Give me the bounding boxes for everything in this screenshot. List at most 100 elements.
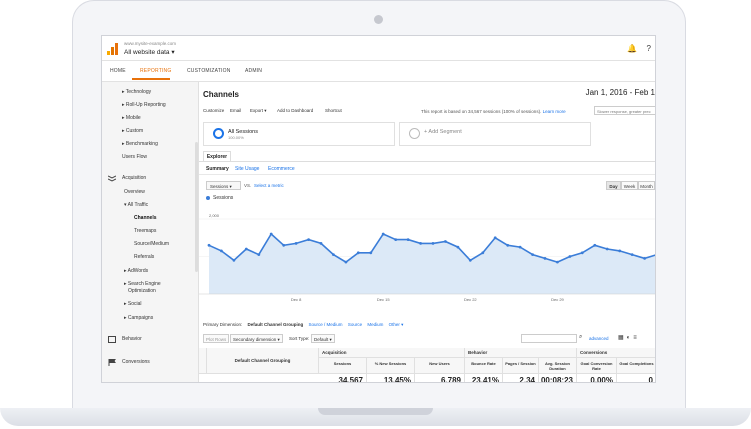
sidebar-item-adwords[interactable]: ▸ AdWords [124, 268, 148, 274]
data-point[interactable] [369, 251, 373, 255]
data-point[interactable] [220, 249, 223, 253]
metric-select[interactable]: Sessions ▾ [206, 181, 241, 190]
data-point[interactable] [431, 242, 435, 245]
export-button[interactable]: Export ▾ [250, 108, 267, 114]
data-point[interactable] [244, 247, 248, 251]
period-month-button[interactable]: Month [638, 181, 655, 190]
data-point[interactable] [506, 243, 510, 247]
dimension-medium[interactable]: Medium [367, 322, 383, 327]
sidebar-item-technology[interactable]: ▸ Technology [122, 89, 151, 95]
sidebar-item-source-medium[interactable]: Source/Medium [134, 241, 169, 247]
subtab-summary[interactable]: Summary [206, 166, 229, 172]
add-segment-button[interactable]: + Add Segment [399, 122, 591, 146]
sidebar-item-all-traffic[interactable]: ▾ All Traffic [124, 202, 148, 208]
tab-admin[interactable]: ADMIN [245, 68, 262, 74]
data-point[interactable] [419, 242, 422, 245]
tab-home[interactable]: HOME [110, 68, 126, 74]
shortcut-button[interactable]: Shortcut [325, 108, 342, 113]
column-header[interactable]: Sessions [319, 358, 367, 374]
period-day-button[interactable]: Day [606, 181, 621, 190]
data-point[interactable] [568, 255, 572, 258]
data-point[interactable] [282, 243, 286, 247]
sort-type-select[interactable]: Default ▾ [311, 334, 335, 343]
dimension-source-medium[interactable]: Source / Medium [309, 322, 343, 327]
segment-all-sessions[interactable]: All Sessions 100.00% [203, 122, 395, 146]
data-point[interactable] [356, 251, 360, 255]
table-search-input[interactable] [521, 334, 577, 343]
secondary-dimension-select[interactable]: Secondary dimension ▾ [230, 334, 283, 343]
data-point[interactable] [643, 257, 646, 260]
sampling-select[interactable]: Slower response, greater prec [594, 106, 655, 115]
data-point[interactable] [444, 240, 447, 243]
sidebar-item-treemaps[interactable]: Treemaps [134, 228, 156, 234]
analytics-logo-icon[interactable] [107, 43, 119, 55]
data-point[interactable] [605, 247, 609, 251]
dimension-default-channel[interactable]: Default Channel Grouping [248, 322, 304, 327]
column-header[interactable]: Goal Conversion Rate [577, 358, 617, 374]
sidebar-scrollbar[interactable] [195, 142, 198, 272]
data-point[interactable] [580, 251, 584, 255]
data-point[interactable] [531, 253, 534, 256]
select-all-checkbox[interactable] [199, 348, 207, 374]
data-point[interactable] [468, 258, 472, 262]
data-point[interactable] [257, 253, 261, 256]
data-point[interactable] [456, 245, 460, 249]
sidebar-item-mobile[interactable]: ▸ Mobile [122, 115, 141, 121]
column-header[interactable]: Pages / Session [503, 358, 539, 374]
data-point[interactable] [294, 242, 298, 245]
view-toggle-icons[interactable]: ▦◐≡ [618, 334, 640, 341]
sidebar-item-seo-line2[interactable]: Optimization [128, 288, 156, 294]
data-point[interactable] [332, 253, 335, 256]
sidebar-item-rollup[interactable]: ▸ Roll-Up Reporting [122, 102, 166, 108]
sidebar-item-conversions[interactable]: Conversions [122, 359, 150, 365]
search-icon[interactable]: ⌕ [579, 334, 582, 341]
sidebar-item-seo[interactable]: ▸ Search Engine [124, 281, 161, 287]
tab-reporting[interactable]: REPORTING [140, 68, 171, 74]
data-point[interactable] [556, 260, 559, 264]
sidebar-item-acquisition[interactable]: Acquisition [122, 175, 146, 181]
dimension-source[interactable]: Source [348, 322, 362, 327]
column-header[interactable]: Avg. Session Duration [539, 358, 577, 374]
tab-customization[interactable]: CUSTOMIZATION [187, 68, 231, 74]
select-metric-link[interactable]: Select a metric [254, 183, 284, 188]
data-point[interactable] [381, 232, 385, 236]
email-button[interactable]: Email [230, 108, 241, 113]
data-point[interactable] [232, 258, 236, 262]
data-point[interactable] [630, 253, 634, 256]
period-week-button[interactable]: Week [621, 181, 638, 190]
data-point[interactable] [481, 251, 485, 255]
data-point[interactable] [394, 238, 398, 241]
sidebar-item-behavior[interactable]: Behavior [122, 336, 142, 342]
data-point[interactable] [618, 249, 622, 253]
sidebar-item-benchmarking[interactable]: ▸ Benchmarking [122, 141, 158, 147]
data-point[interactable] [307, 238, 310, 241]
add-to-dashboard-button[interactable]: Add to Dashboard [277, 108, 313, 113]
sidebar-item-overview[interactable]: Overview [124, 189, 145, 195]
subtab-ecommerce[interactable]: Ecommerce [268, 166, 295, 172]
customize-button[interactable]: Customize [203, 108, 224, 113]
data-point[interactable] [493, 236, 497, 240]
plot-rows-button[interactable]: Plot Rows [203, 334, 230, 343]
data-point[interactable] [593, 243, 597, 247]
column-header[interactable]: Goal Completions [617, 358, 655, 374]
sidebar-item-users-flow[interactable]: Users Flow [122, 154, 147, 160]
date-range-picker[interactable]: Jan 1, 2016 - Feb 1 [586, 88, 655, 97]
dimension-column-header[interactable]: Default Channel Grouping [207, 348, 319, 374]
data-point[interactable] [344, 260, 348, 264]
sidebar-item-custom[interactable]: ▸ Custom [122, 128, 143, 134]
data-point[interactable] [207, 243, 211, 247]
sidebar-item-channels[interactable]: Channels [134, 215, 157, 221]
sidebar-item-campaigns[interactable]: ▸ Campaigns [124, 315, 153, 321]
data-point[interactable] [319, 242, 323, 245]
sidebar-item-social[interactable]: ▸ Social [124, 301, 142, 307]
bell-icon[interactable]: 🔔 [627, 44, 637, 53]
data-point[interactable] [543, 257, 547, 260]
sidebar-item-referrals[interactable]: Referrals [134, 254, 154, 260]
dimension-other[interactable]: Other ▾ [389, 322, 404, 327]
help-icon[interactable]: ? [647, 44, 651, 53]
account-selector[interactable]: All website data ▾ [124, 48, 175, 56]
tab-explorer[interactable]: Explorer [203, 151, 231, 161]
data-point[interactable] [269, 232, 273, 236]
column-header[interactable]: % New Sessions [367, 358, 415, 374]
data-point[interactable] [518, 245, 522, 249]
